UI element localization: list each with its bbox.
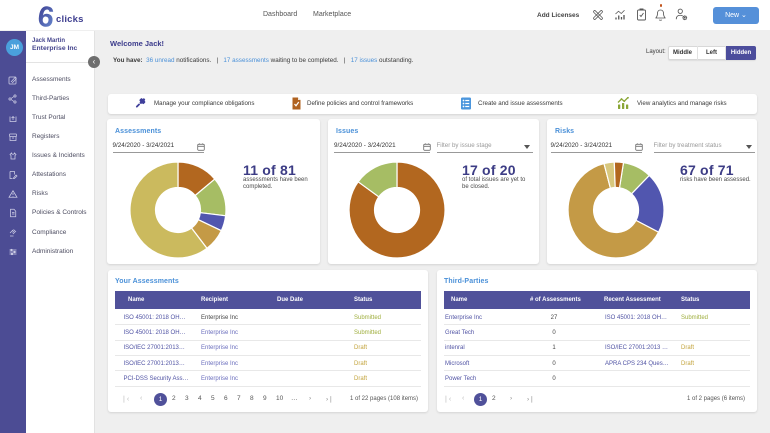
- svg-text:clicks: clicks: [56, 14, 84, 25]
- svg-text:6: 6: [38, 4, 56, 28]
